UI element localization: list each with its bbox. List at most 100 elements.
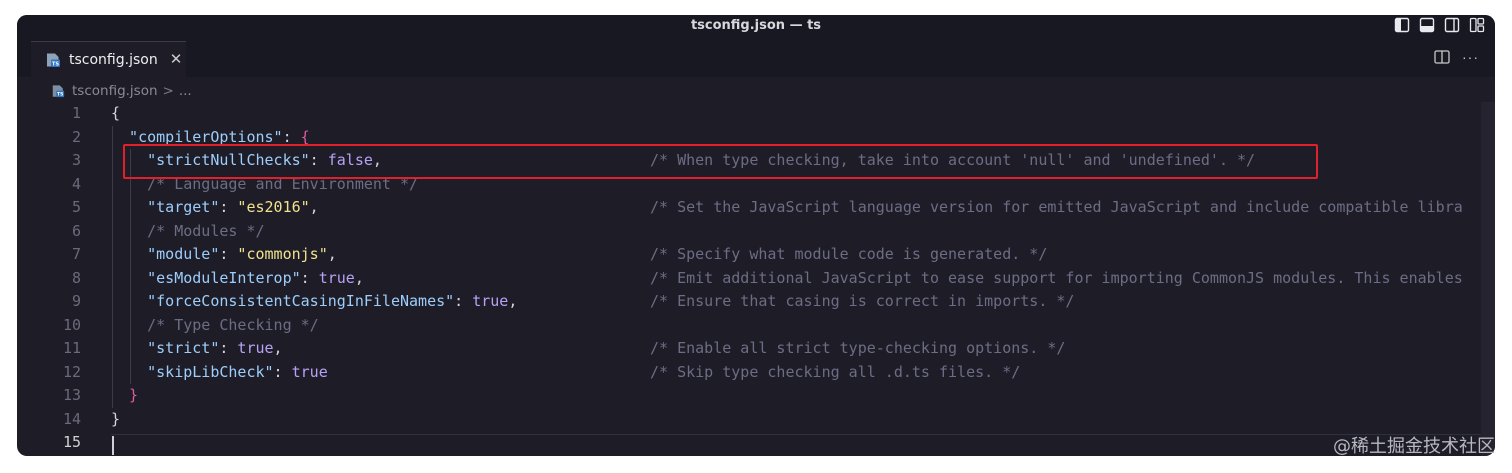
colon-token: : bbox=[454, 292, 473, 310]
boolean-value-token: true bbox=[472, 292, 509, 310]
layout-controls bbox=[1394, 17, 1485, 33]
code-line: /* Type Checking */ bbox=[111, 313, 1479, 338]
colon-token: : bbox=[273, 362, 292, 381]
vertical-scrollbar[interactable] bbox=[1481, 102, 1495, 456]
colon-token: : bbox=[219, 245, 238, 263]
line-number: 8 bbox=[71, 268, 81, 287]
code-line: "module": "commonjs", /* Specify what mod… bbox=[111, 243, 1479, 267]
line-number: 15 bbox=[62, 433, 81, 451]
title-bar: tsconfig.json — ts bbox=[17, 15, 1495, 37]
comment-token: /* Enable all strict type-checking optio… bbox=[650, 339, 1066, 357]
ts-file-icon: TS bbox=[47, 53, 60, 67]
toggle-panel-icon[interactable] bbox=[1419, 17, 1435, 33]
code-line: } bbox=[111, 408, 1479, 432]
line-number: 9 bbox=[71, 292, 81, 310]
boolean-value-token: true bbox=[318, 268, 355, 287]
code-line: "esModuleInterop": true, /* Emit addition… bbox=[111, 266, 1479, 291]
property-key-token: "module" bbox=[147, 245, 220, 263]
line-number: 12 bbox=[62, 362, 81, 381]
indent-guide bbox=[112, 313, 113, 337]
code-text: "strict": true, bbox=[147, 337, 282, 361]
indent-guide bbox=[112, 149, 113, 173]
indent-guide bbox=[130, 196, 132, 220]
editor-actions: ··· bbox=[1434, 50, 1479, 64]
tab-bar: TS tsconfig.json ✕ ··· bbox=[17, 37, 1495, 77]
code-line: { bbox=[111, 102, 1479, 126]
code-line: } bbox=[111, 384, 1479, 408]
line-number: 10 bbox=[62, 315, 81, 334]
string-value-token: "es2016" bbox=[237, 198, 310, 216]
comment-token: /* Set the JavaScript language version f… bbox=[650, 198, 1463, 216]
toggle-secondary-sidebar-icon[interactable] bbox=[1444, 17, 1460, 33]
line-number: 1 bbox=[71, 104, 81, 122]
property-key-token: "strict" bbox=[147, 339, 220, 357]
svg-text:TS: TS bbox=[52, 61, 60, 67]
comment-token: /* Type Checking */ bbox=[147, 315, 319, 334]
indent-guide bbox=[112, 219, 113, 243]
more-actions-icon[interactable]: ··· bbox=[1462, 50, 1479, 64]
indent-guide bbox=[130, 360, 132, 384]
indent-guide bbox=[130, 290, 132, 314]
code-text: { bbox=[111, 102, 120, 126]
indent-guide bbox=[130, 266, 132, 290]
comma-token: , bbox=[327, 245, 337, 263]
property-key-token: "forceConsistentCasingInFileNames" bbox=[147, 292, 455, 310]
indent-guide bbox=[130, 219, 132, 243]
indent-guide bbox=[112, 360, 113, 384]
code-text: } bbox=[129, 384, 138, 408]
code-line: /* Modules */ bbox=[111, 219, 1479, 243]
editor-window: tsconfig.json — ts TS tsconfig.json ✕ ··… bbox=[17, 15, 1495, 456]
indent-guide bbox=[112, 196, 113, 220]
tab-label: tsconfig.json bbox=[69, 51, 158, 68]
toggle-primary-sidebar-icon[interactable] bbox=[1394, 17, 1410, 33]
comment-token: /* Ensure that casing is correct in impo… bbox=[650, 292, 1075, 310]
colon-token: : bbox=[282, 127, 301, 146]
line-number: 13 bbox=[62, 386, 81, 404]
code-text: "skipLibCheck": true bbox=[147, 361, 328, 385]
comma-token: , bbox=[273, 339, 283, 357]
indent-guide bbox=[112, 266, 113, 290]
annotation-highlight-box bbox=[123, 144, 1318, 179]
window-title: tsconfig.json — ts bbox=[690, 18, 822, 33]
colon-token: : bbox=[300, 268, 319, 287]
indent-guide bbox=[130, 243, 132, 267]
property-key-token: "compilerOptions" bbox=[129, 127, 283, 146]
comma-token: , bbox=[309, 198, 319, 216]
line-number-gutter: 1 2 3 4 5 6 7 8 9 10 11 12 13 14 15 bbox=[17, 102, 81, 455]
property-key-token: "skipLibCheck" bbox=[147, 362, 274, 381]
line-number: 3 bbox=[71, 151, 81, 169]
code-text: "module": "commonjs", bbox=[147, 243, 337, 267]
indent-guide bbox=[112, 243, 113, 267]
line-number: 2 bbox=[71, 127, 81, 146]
colon-token: : bbox=[219, 198, 238, 216]
breadcrumb-file[interactable]: tsconfig.json bbox=[72, 83, 158, 99]
indent-guide bbox=[112, 337, 113, 361]
tab-tsconfig-json[interactable]: TS tsconfig.json ✕ bbox=[31, 41, 186, 77]
comment-token: /* Skip type checking all .d.ts files. *… bbox=[650, 362, 1021, 381]
brace-token: { bbox=[300, 127, 310, 146]
code-line: "strict": true, /* Enable all strict type… bbox=[111, 337, 1479, 361]
indent-guide bbox=[130, 337, 132, 361]
indent-guide bbox=[112, 290, 113, 314]
breadcrumb-symbol[interactable]: ... bbox=[179, 83, 192, 99]
indent-guide bbox=[130, 313, 132, 337]
property-key-token: "esModuleInterop" bbox=[147, 268, 301, 287]
line-number: 7 bbox=[71, 245, 81, 263]
line-number: 14 bbox=[62, 409, 81, 428]
comma-token: , bbox=[354, 268, 364, 287]
indent-guide bbox=[112, 384, 113, 408]
boolean-value-token: true bbox=[237, 339, 274, 357]
comma-token: , bbox=[508, 292, 518, 310]
svg-text:TS: TS bbox=[57, 92, 63, 98]
breadcrumb-separator: > bbox=[162, 83, 174, 99]
code-text: "target": "es2016", bbox=[147, 196, 319, 220]
breadcrumb: TS tsconfig.json > ... bbox=[51, 82, 192, 100]
code-line: "target": "es2016", /* Set the JavaScript… bbox=[111, 196, 1479, 220]
code-text: /* Type Checking */ bbox=[147, 314, 319, 338]
customize-layout-icon[interactable] bbox=[1469, 17, 1485, 33]
code-text: "esModuleInterop": true, bbox=[147, 267, 364, 291]
split-editor-icon[interactable] bbox=[1434, 50, 1450, 64]
line-number: 5 bbox=[71, 198, 81, 216]
close-icon[interactable]: ✕ bbox=[170, 52, 183, 67]
